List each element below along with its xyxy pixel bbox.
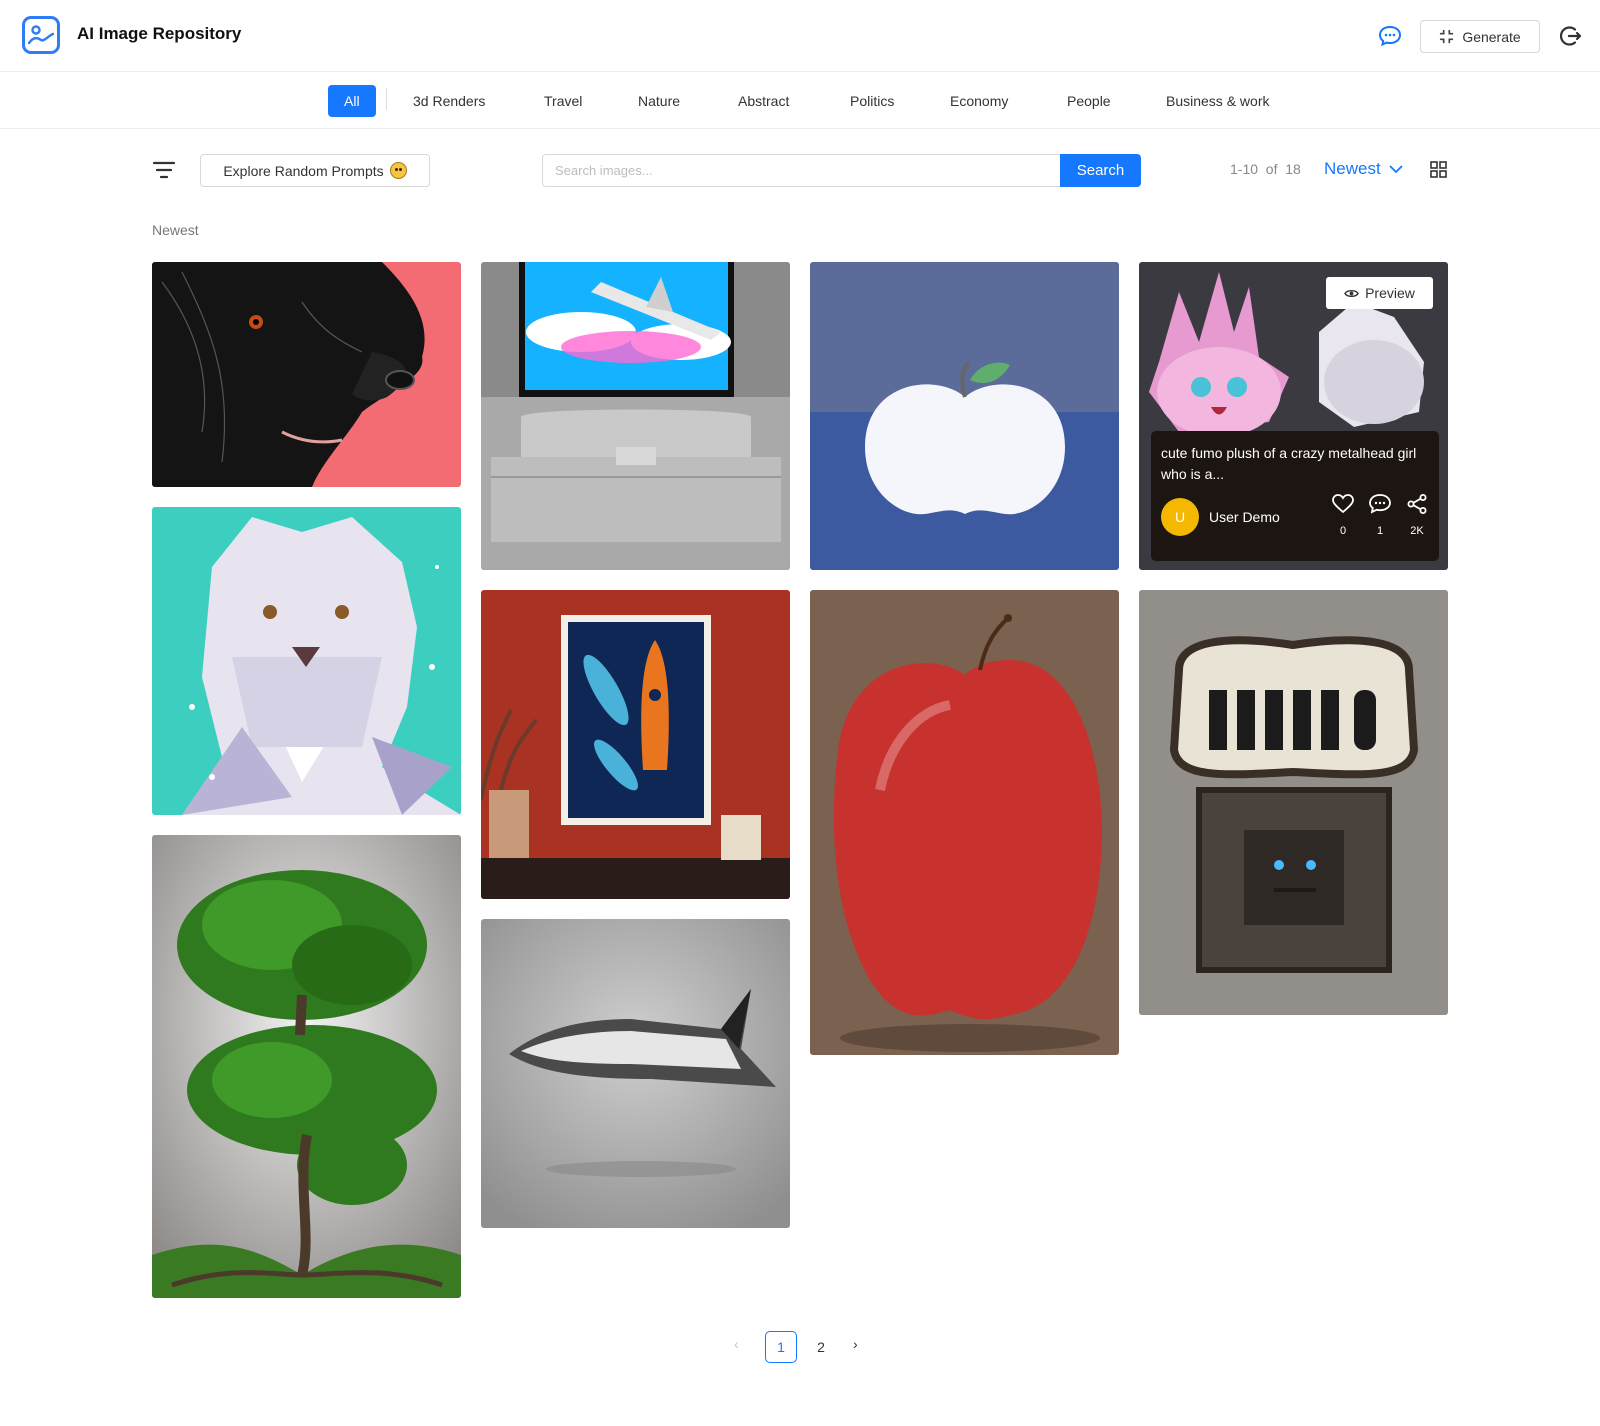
search-button[interactable]: Search <box>1060 154 1141 187</box>
share-count: 2K <box>1410 525 1424 537</box>
heart-icon <box>1332 494 1354 514</box>
image-info-panel: cute fumo plush of a crazy metalhead gir… <box>1151 431 1439 561</box>
chat-icon[interactable] <box>1378 24 1402 48</box>
prompt-text: cute fumo plush of a crazy metalhead gir… <box>1161 445 1417 482</box>
share-icon <box>1407 494 1427 514</box>
sort-dropdown[interactable]: Newest <box>1324 159 1403 179</box>
pagination-prev[interactable]: ‹ <box>734 1336 739 1352</box>
emoji-icon <box>389 162 407 179</box>
preview-label: Preview <box>1365 285 1415 301</box>
avatar[interactable]: U <box>1161 498 1199 536</box>
tab-travel[interactable]: Travel <box>544 85 582 117</box>
category-bar: All 3d Renders Travel Nature Abstract Po… <box>0 72 1600 129</box>
pagination-page-2[interactable]: 2 <box>805 1331 837 1363</box>
search-input[interactable] <box>542 154 1060 187</box>
like-count: 0 <box>1339 525 1347 537</box>
app-title[interactable]: AI Image Repository <box>77 24 241 44</box>
like-button[interactable]: 0 <box>1330 494 1356 537</box>
filter-icon[interactable] <box>152 159 176 181</box>
explore-label: Explore Random Prompts <box>223 162 384 179</box>
image-card-space-shuttle[interactable] <box>481 919 790 1228</box>
tab-3d-renders[interactable]: 3d Renders <box>413 85 485 117</box>
tab-politics[interactable]: Politics <box>850 85 894 117</box>
explore-random-prompts-button[interactable]: Explore Random Prompts <box>200 154 430 187</box>
result-range: 1-10 of 18 <box>1230 161 1301 177</box>
logout-icon[interactable] <box>1558 24 1582 48</box>
comment-icon <box>1369 494 1391 514</box>
pagination-page-1[interactable]: 1 <box>765 1331 797 1363</box>
generate-button[interactable]: Generate <box>1420 20 1540 53</box>
tab-abstract[interactable]: Abstract <box>738 85 789 117</box>
generate-label: Generate <box>1462 28 1521 45</box>
sort-label: Newest <box>1324 159 1381 178</box>
tab-divider <box>386 88 387 110</box>
image-card-hello-sign[interactable] <box>1139 590 1448 1015</box>
image-card-bonsai-tree[interactable] <box>152 835 461 1298</box>
eye-icon <box>1344 289 1359 297</box>
logo-image-icon[interactable] <box>22 16 60 54</box>
user-name[interactable]: User Demo <box>1209 509 1280 525</box>
image-card-bedroom-airplane[interactable] <box>481 262 790 570</box>
share-button[interactable]: 2K <box>1404 494 1430 537</box>
generate-icon <box>1440 29 1454 44</box>
image-card-black-dog[interactable] <box>152 262 461 487</box>
comment-count: 1 <box>1376 525 1384 537</box>
pagination-next[interactable]: › <box>853 1336 858 1352</box>
comment-button[interactable]: 1 <box>1367 494 1393 537</box>
image-card-white-apple[interactable] <box>810 262 1119 570</box>
tab-nature[interactable]: Nature <box>638 85 680 117</box>
top-header: AI Image Repository Generate <box>0 0 1600 72</box>
chevron-down-icon <box>1389 164 1403 173</box>
tab-people[interactable]: People <box>1067 85 1111 117</box>
grid-view-icon[interactable] <box>1430 161 1447 178</box>
image-card-rocket-poster[interactable] <box>481 590 790 899</box>
image-card-white-lion[interactable] <box>152 507 461 815</box>
section-label: Newest <box>152 222 199 238</box>
image-card-red-apple[interactable] <box>810 590 1119 1055</box>
tab-economy[interactable]: Economy <box>950 85 1008 117</box>
tab-all[interactable]: All <box>328 85 376 117</box>
preview-button[interactable]: Preview <box>1326 277 1433 309</box>
tab-business-work[interactable]: Business & work <box>1166 85 1269 117</box>
